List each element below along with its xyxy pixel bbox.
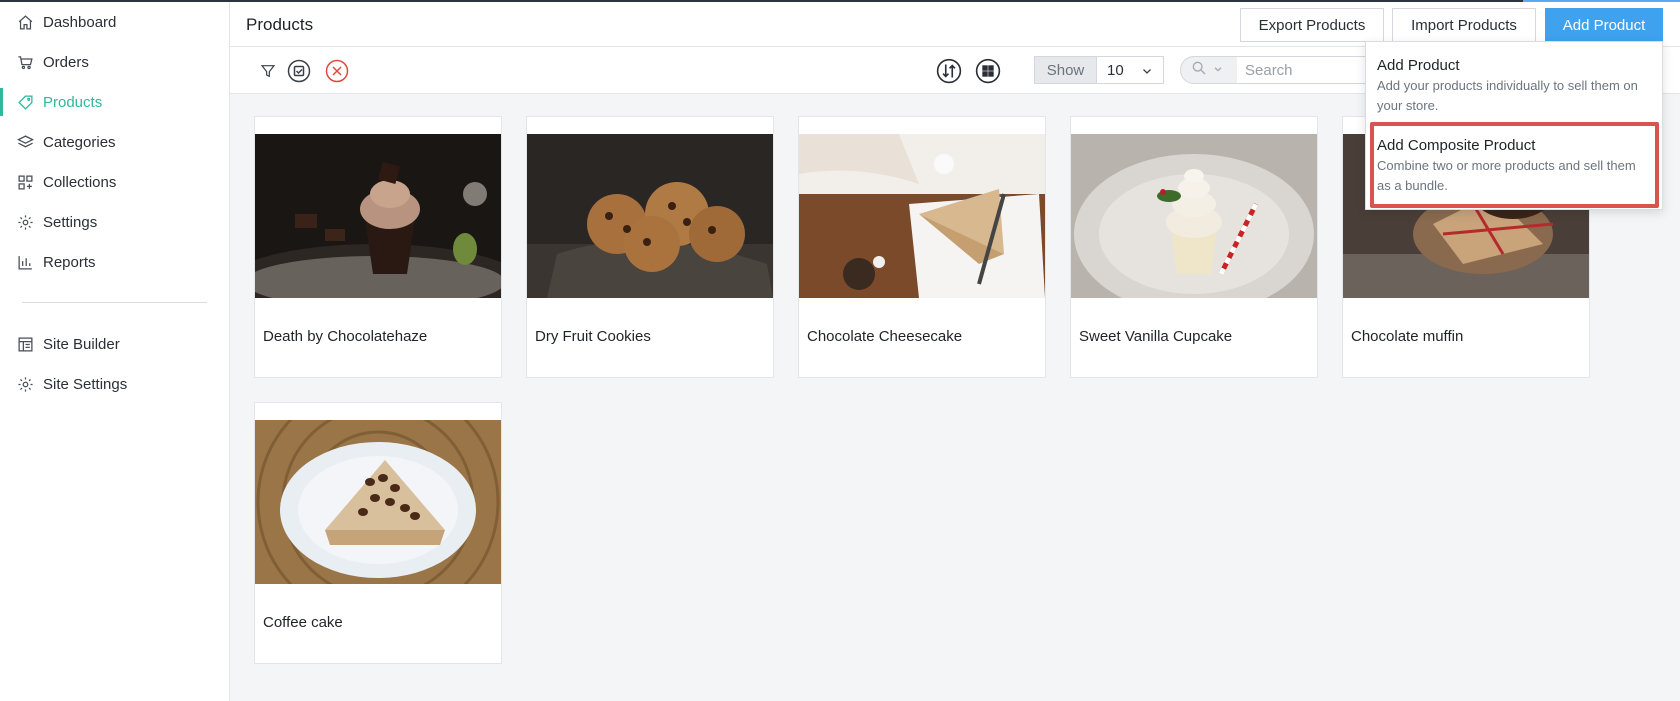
sidebar-item-label: Collections xyxy=(43,173,117,191)
sort-icon[interactable] xyxy=(936,58,962,84)
sidebar-item-site-builder[interactable]: Site Builder xyxy=(0,324,229,364)
sidebar-item-label: Site Settings xyxy=(43,375,128,393)
product-name: Chocolate muffin xyxy=(1351,328,1464,345)
add-product-button[interactable]: Add Product xyxy=(1545,8,1663,42)
sidebar: Dashboard Orders Products Categories Col… xyxy=(0,2,230,701)
product-image xyxy=(527,134,773,298)
sidebar-item-settings[interactable]: Settings xyxy=(0,202,229,242)
cart-icon xyxy=(16,53,34,71)
product-card[interactable]: Sweet Vanilla Cupcake xyxy=(1070,116,1318,378)
sidebar-item-products[interactable]: Products xyxy=(0,82,229,122)
product-name: Dry Fruit Cookies xyxy=(535,328,651,345)
dropdown-item-add-product[interactable]: Add Product Add your products individual… xyxy=(1377,57,1647,116)
search-icon xyxy=(1191,60,1207,81)
product-image xyxy=(1071,134,1317,298)
dropdown-item-description: Add your products individually to sell t… xyxy=(1377,78,1638,113)
layout-icon xyxy=(16,335,34,353)
page-title: Products xyxy=(246,15,314,34)
sidebar-item-site-settings[interactable]: Site Settings xyxy=(0,364,229,404)
product-name: Coffee cake xyxy=(263,614,343,631)
product-name: Death by Chocolatehaze xyxy=(263,328,428,345)
chevron-down-icon xyxy=(1213,61,1223,79)
import-products-button[interactable]: Import Products xyxy=(1392,8,1536,42)
add-product-dropdown: Add Product Add your products individual… xyxy=(1365,41,1663,210)
sidebar-item-categories[interactable]: Categories xyxy=(0,122,229,162)
page-size-value: 10 xyxy=(1107,61,1124,79)
sidebar-item-label: Dashboard xyxy=(43,13,117,31)
home-icon xyxy=(16,13,34,31)
dropdown-item-title: Add Product xyxy=(1377,57,1460,74)
select-all-icon[interactable] xyxy=(286,58,312,84)
search-bar xyxy=(1180,56,1437,84)
product-image xyxy=(255,134,501,298)
sidebar-item-label: Settings xyxy=(43,213,98,231)
page-size-select[interactable]: 10 xyxy=(1097,56,1164,84)
chevron-down-icon xyxy=(1141,64,1153,81)
gear-icon xyxy=(16,375,34,393)
search-type-dropdown[interactable] xyxy=(1180,56,1238,84)
product-card[interactable]: Death by Chocolatehaze xyxy=(254,116,502,378)
sidebar-divider xyxy=(22,302,207,303)
dropdown-item-add-composite-product[interactable]: Add Composite Product Combine two or mor… xyxy=(1377,137,1647,196)
filter-icon[interactable] xyxy=(255,58,281,84)
dropdown-item-description: Combine two or more products and sell th… xyxy=(1377,158,1636,193)
clear-filter-icon[interactable] xyxy=(324,58,350,84)
product-image xyxy=(255,420,501,584)
sidebar-item-label: Categories xyxy=(43,133,116,151)
sidebar-item-label: Products xyxy=(43,93,103,111)
product-card[interactable]: Chocolate Cheesecake xyxy=(798,116,1046,378)
sidebar-item-label: Orders xyxy=(43,53,89,71)
sidebar-item-dashboard[interactable]: Dashboard xyxy=(0,2,229,42)
sidebar-item-label: Site Builder xyxy=(43,335,120,353)
grid-plus-icon xyxy=(16,173,34,191)
gear-icon xyxy=(16,213,34,231)
product-card[interactable]: Dry Fruit Cookies xyxy=(526,116,774,378)
product-card[interactable]: Coffee cake xyxy=(254,402,502,664)
dropdown-item-title: Add Composite Product xyxy=(1377,137,1536,154)
sidebar-item-orders[interactable]: Orders xyxy=(0,42,229,82)
sidebar-item-collections[interactable]: Collections xyxy=(0,162,229,202)
sidebar-item-reports[interactable]: Reports xyxy=(0,242,229,282)
show-label: Show xyxy=(1034,56,1097,84)
product-name: Sweet Vanilla Cupcake xyxy=(1079,328,1233,345)
tag-icon xyxy=(16,93,34,111)
layers-icon xyxy=(16,133,34,151)
sidebar-item-label: Reports xyxy=(43,253,96,271)
bar-chart-icon xyxy=(16,253,34,271)
grid-view-icon[interactable] xyxy=(975,58,1001,84)
product-name: Chocolate Cheesecake xyxy=(807,328,963,345)
export-products-button[interactable]: Export Products xyxy=(1240,8,1384,42)
product-image xyxy=(799,134,1045,298)
